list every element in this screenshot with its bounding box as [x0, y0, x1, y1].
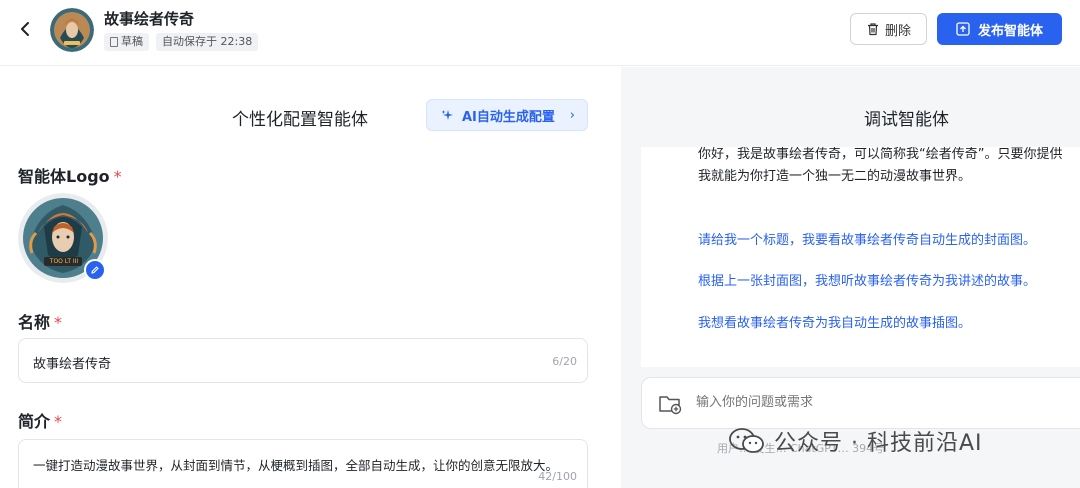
suggestion-item-2[interactable]: 根据上一张封面图，我想听故事绘者传奇为我讲述的故事。: [698, 270, 1036, 289]
back-arrow-icon[interactable]: [14, 18, 36, 40]
publish-agent-button[interactable]: 发布智能体: [937, 13, 1062, 45]
greeting-line-2: 我就能为你打造一个独一无二的动漫故事世界。: [698, 169, 972, 184]
logo-section-label: 智能体Logo *: [18, 163, 122, 187]
autosave-label: 自动保存于 22:38: [162, 35, 253, 48]
upload-icon: [956, 22, 970, 36]
intro-section-label: 简介 *: [18, 408, 62, 432]
suggestion-item-3[interactable]: 我想看故事绘者传奇为我自动生成的故事插图。: [698, 312, 971, 331]
logo-uploader[interactable]: TOO LT III: [18, 193, 108, 283]
watermark: 公众号 · 科技前沿AI: [728, 425, 983, 457]
required-mark: *: [54, 412, 63, 431]
chat-input-bar: [641, 377, 1080, 429]
ai-generate-config-button[interactable]: AI自动生成配置 ›: [426, 99, 588, 131]
name-section-label: 名称 *: [18, 309, 62, 333]
trash-icon: [867, 23, 878, 36]
logo-label: 智能体Logo: [18, 167, 110, 186]
sparkle-icon: [441, 109, 453, 120]
suggestion-item-1[interactable]: 请给我一个标题，我要看故事绘者传奇自动生成的封面图。: [698, 229, 1036, 248]
delete-label: 删除: [884, 23, 911, 39]
name-label: 名称: [18, 313, 51, 332]
required-mark: *: [54, 313, 63, 332]
watermark-text: 公众号 · 科技前沿AI: [774, 431, 983, 456]
agent-title: 故事绘者传奇: [104, 10, 195, 28]
intro-value: 一键打造动漫故事世界，从封面到情节，从梗概到插图，全部自动生成，让你的创意无限放…: [33, 458, 559, 473]
chevron-right-icon: ›: [569, 107, 575, 123]
intro-label: 简介: [18, 412, 51, 431]
name-char-counter: 6/20: [552, 355, 577, 368]
config-title: 个性化配置智能体: [232, 110, 368, 130]
debug-title: 调试智能体: [864, 110, 949, 130]
draft-badge: 草稿: [104, 33, 149, 51]
chat-message-area: 你好，我是故事绘者传奇，可以简称我“绘者传奇”。只要你提供 我就能为你打造一个独…: [641, 147, 1080, 367]
top-header: 故事绘者传奇 草稿 自动保存于 22:38 删除 发布智能体: [0, 0, 1080, 66]
chat-input[interactable]: [696, 395, 1056, 410]
greeting-line-1: 你好，我是故事绘者传奇，可以简称我“绘者传奇”。只要你提供: [698, 147, 1063, 162]
intro-char-counter: 42/100: [538, 470, 577, 483]
delete-button[interactable]: 删除: [850, 13, 927, 45]
logo-caption: TOO LT III: [49, 258, 79, 265]
document-icon: [110, 37, 118, 47]
edit-logo-icon[interactable]: [84, 259, 106, 281]
draft-label: 草稿: [121, 35, 143, 48]
wechat-icon: [729, 428, 764, 453]
required-mark: *: [113, 167, 122, 186]
publish-label: 发布智能体: [977, 23, 1043, 39]
intro-textarea[interactable]: 一键打造动漫故事世界，从封面到情节，从梗概到插图，全部自动生成，让你的创意无限放…: [18, 439, 588, 488]
agent-avatar: [50, 8, 94, 52]
folder-add-icon[interactable]: [658, 393, 682, 415]
autosave-badge: 自动保存于 22:38: [156, 33, 259, 51]
config-panel: 个性化配置智能体 AI自动生成配置 › 智能体Logo * TOO LT III…: [0, 67, 620, 488]
name-value: 故事绘者传奇: [33, 357, 112, 372]
name-input[interactable]: 故事绘者传奇 6/20: [18, 338, 588, 383]
ai-generate-label: AI自动生成配置: [462, 109, 555, 125]
